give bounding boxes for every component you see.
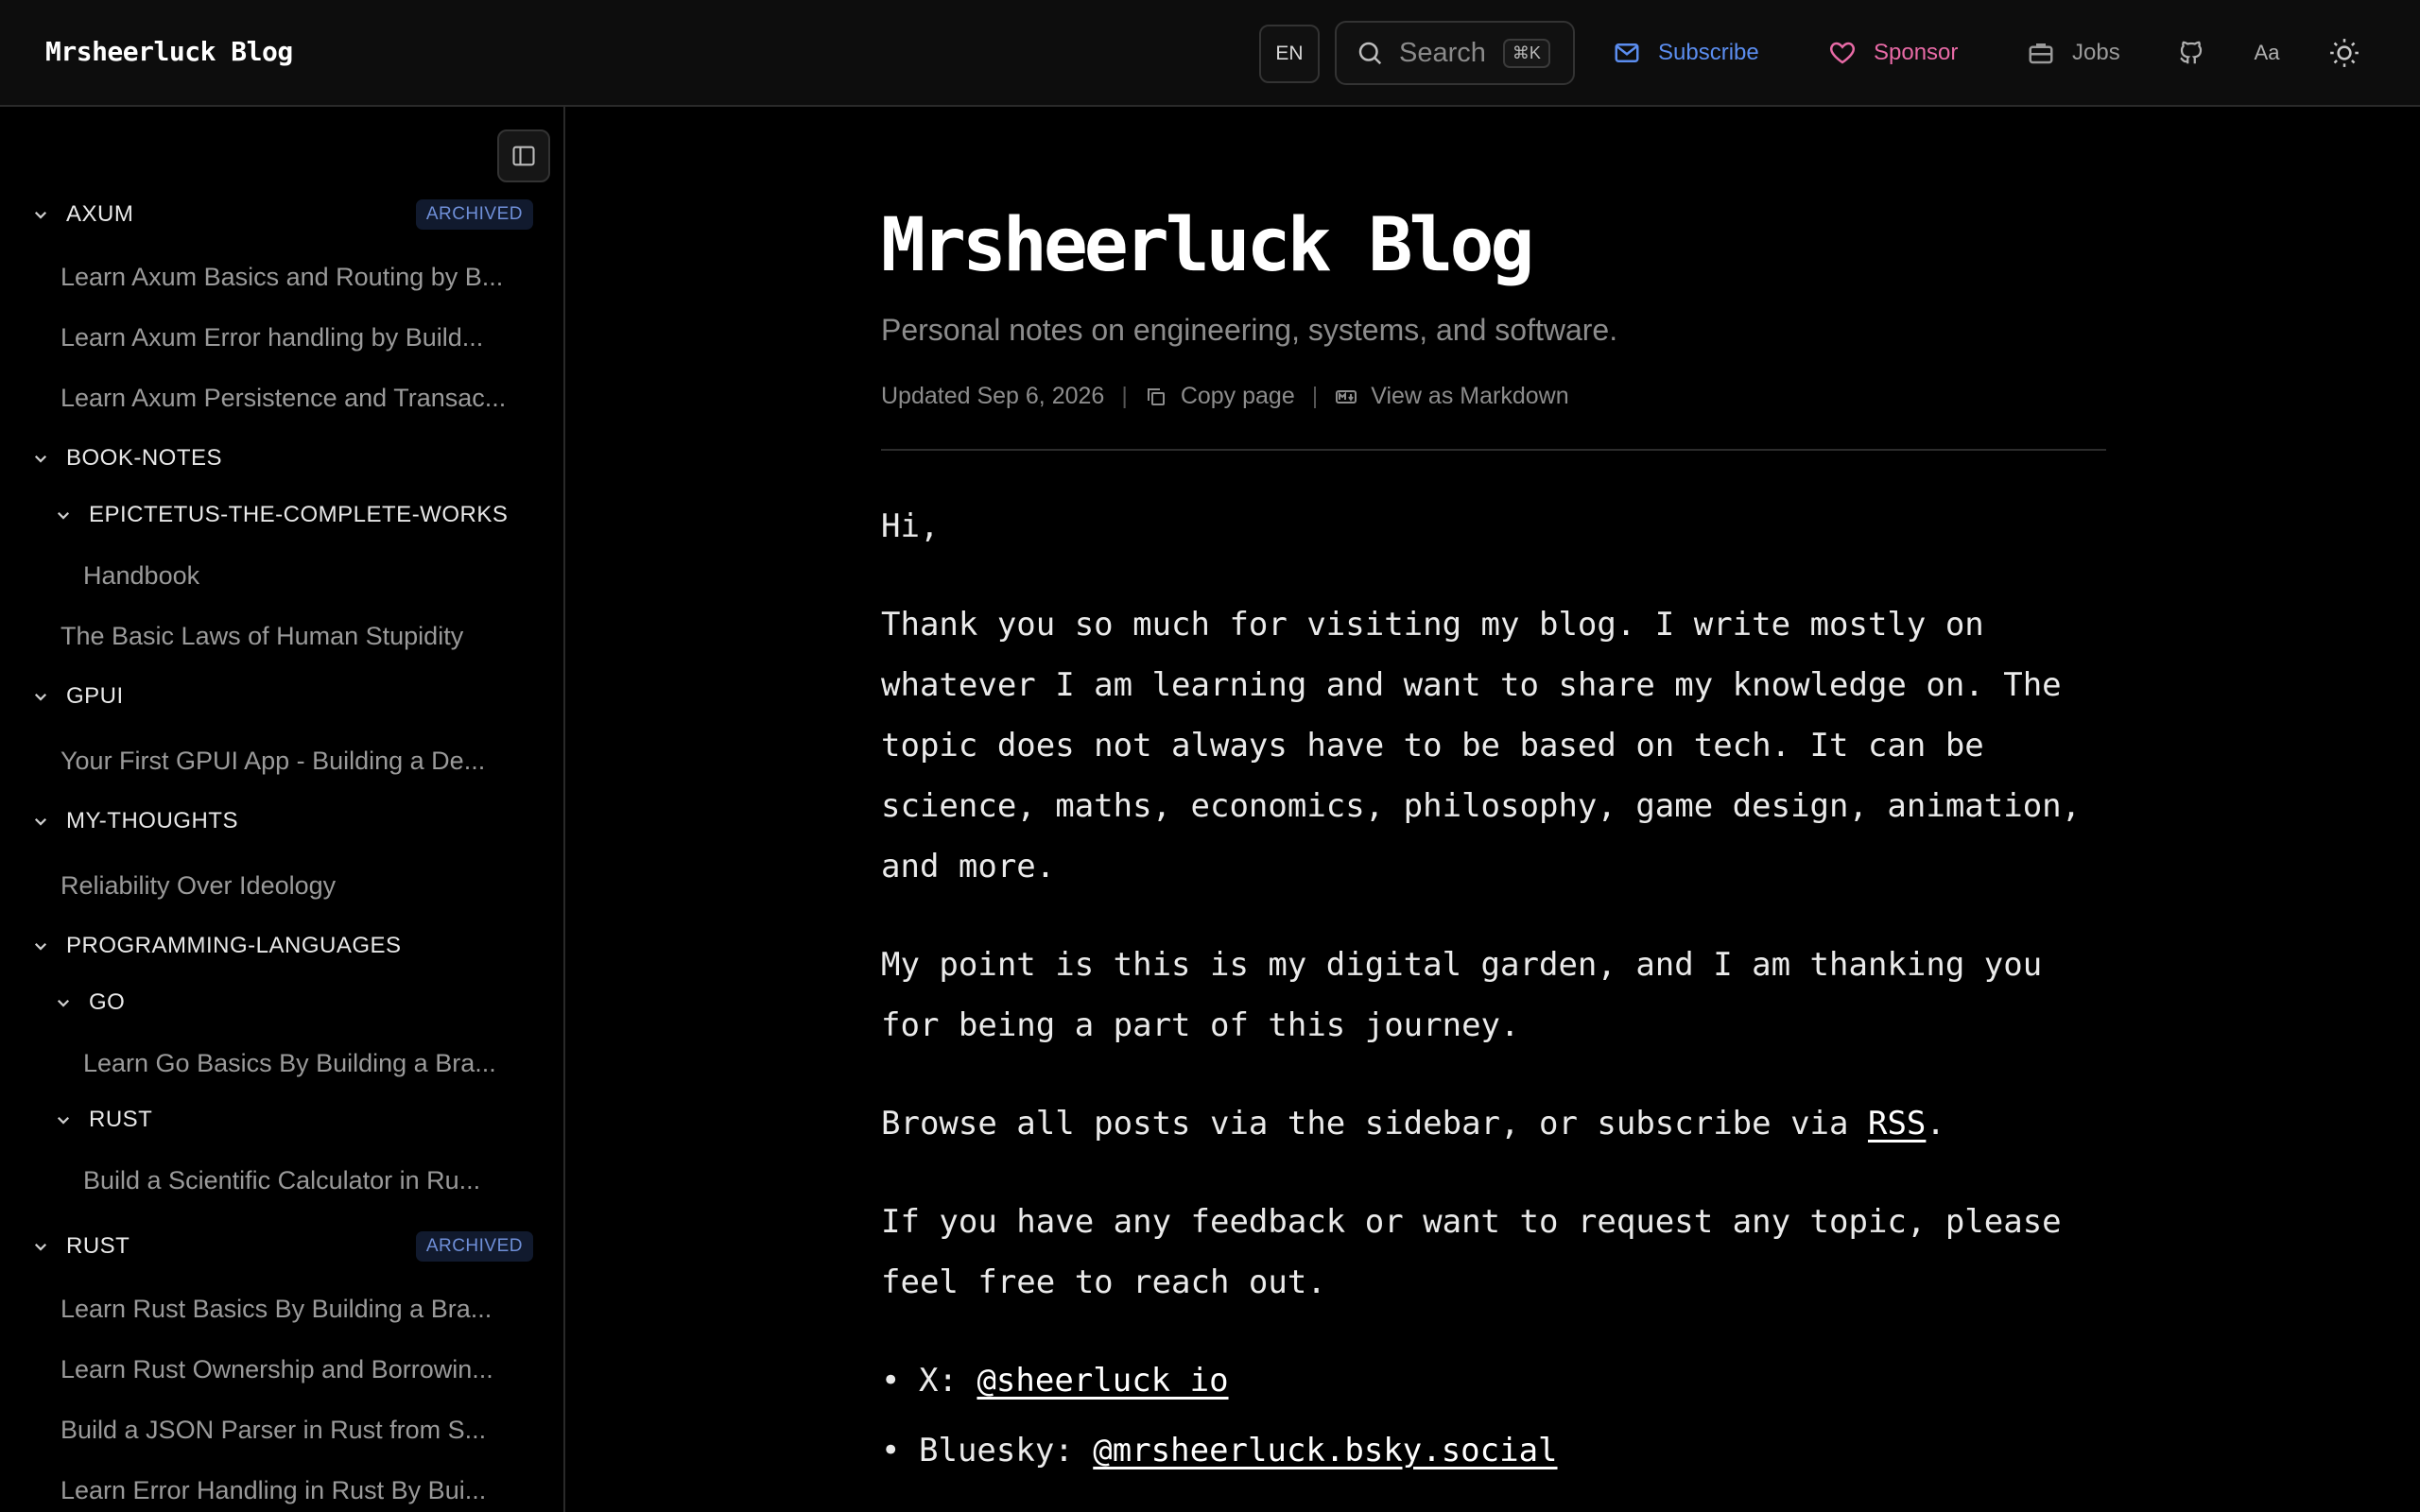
divider (881, 449, 2106, 451)
sidebar-item[interactable]: Learn Axum Basics and Routing by B... (0, 258, 548, 296)
page-title: Mrsheerluck Blog (881, 203, 1534, 288)
page-subtitle: Personal notes on engineering, systems, … (881, 313, 1618, 347)
chevron-down-icon (57, 1116, 70, 1125)
sidebar-item[interactable]: Learn Rust Basics By Building a Bra... (0, 1290, 548, 1328)
font-size-button[interactable]: Aa (2246, 32, 2288, 74)
bullet: • (881, 1432, 901, 1469)
archived-badge: ARCHIVED (415, 199, 533, 230)
social-bsky-label: Bluesky: (919, 1432, 1074, 1469)
x-handle-link[interactable]: @sheerluck_io (977, 1350, 1228, 1411)
chevron-down-icon (34, 942, 47, 951)
sidebar-group-my-thoughts[interactable]: MY-THOUGHTS (0, 804, 548, 838)
subscribe-label: Subscribe (1658, 40, 1759, 65)
bluesky-handle-link[interactable]: @mrsheerluck.bsky.social (1093, 1420, 1557, 1481)
list-item: • X: @sheerluck_io (881, 1350, 2106, 1411)
archived-badge: ARCHIVED (415, 1231, 533, 1262)
theme-toggle-button[interactable] (2324, 32, 2365, 74)
list-item: • Bluesky: @mrsheerluck.bsky.social (881, 1420, 2106, 1481)
browse-text: Browse all posts via the sidebar, or sub… (881, 1105, 1868, 1143)
search-placeholder: Search (1399, 37, 1486, 68)
bullet: • (881, 1362, 901, 1400)
copy-icon (1147, 387, 1165, 405)
search-shortcut-badge: ⌘K (1502, 38, 1550, 68)
briefcase-icon (2029, 43, 2053, 64)
sidebar-item[interactable]: Learn Rust Ownership and Borrowin... (0, 1350, 548, 1388)
sidebar-collapse-button[interactable] (497, 129, 550, 182)
view-markdown-label: View as Markdown (1371, 383, 1569, 409)
social-list: • X: @sheerluck_io • Bluesky: @mrsheerluck… (881, 1350, 2106, 1481)
sponsor-label: Sponsor (1874, 40, 1959, 65)
sidebar-group-rust[interactable]: RUST ARCHIVED (0, 1229, 548, 1263)
search-box[interactable]: Search ⌘K (1335, 21, 1575, 85)
view-markdown-button[interactable]: View as Markdown (1335, 383, 1569, 410)
sidebar-item[interactable]: Learn Axum Persistence and Transac... (0, 379, 548, 417)
sidebar-group-label: EPICTETUS-THE-COMPLETE-WORKS (89, 502, 509, 527)
chevron-down-icon (34, 693, 47, 701)
sidebar-group-label: PROGRAMMING-LANGUAGES (66, 933, 402, 958)
chevron-down-icon (34, 455, 47, 463)
sidebar-item[interactable]: Learn Go Basics By Building a Bra... (0, 1044, 548, 1082)
meta-separator: | (1121, 383, 1128, 409)
mail-icon (1615, 43, 1639, 62)
chevron-down-icon (57, 511, 70, 520)
search-icon (1358, 42, 1382, 65)
markdown-icon (1336, 389, 1357, 404)
sidebar-group-label: AXUM (66, 201, 134, 227)
jobs-label: Jobs (2072, 40, 2120, 65)
github-button[interactable] (2170, 32, 2212, 74)
rss-link[interactable]: RSS (1868, 1105, 1926, 1143)
sidebar-subgroup-epictetus[interactable]: EPICTETUS-THE-COMPLETE-WORKS (0, 498, 548, 532)
chevron-down-icon (34, 817, 47, 826)
intro-paragraph: Thank you so much for visiting my blog. … (881, 606, 2082, 885)
garden-paragraph: My point is this is my digital garden, a… (881, 946, 2043, 1044)
sidebar-group-axum[interactable]: AXUM ARCHIVED (0, 198, 548, 232)
copy-page-button[interactable]: Copy page (1145, 383, 1295, 410)
browse-paragraph: Browse all posts via the sidebar, or sub… (881, 1093, 2106, 1154)
sidebar-item[interactable]: Handbook (0, 557, 548, 594)
chevron-down-icon (34, 211, 47, 219)
sidebar: AXUM ARCHIVED Learn Axum Basics and Rout… (0, 107, 565, 1512)
page-meta: Updated Sep 6, 2026 | Copy page | View a… (881, 383, 1569, 410)
sidebar-group-label: BOOK-NOTES (66, 445, 223, 471)
sidebar-item[interactable]: Build a Scientific Calculator in Ru... (0, 1161, 548, 1199)
heart-icon (1829, 42, 1856, 64)
feedback-paragraph: If you have any feedback or want to requ… (881, 1203, 2062, 1301)
sidebar-item[interactable]: Build a JSON Parser in Rust from S... (0, 1411, 548, 1449)
sidebar-group-programming-languages[interactable]: PROGRAMMING-LANGUAGES (0, 929, 548, 963)
site-brand[interactable]: Mrsheerluck Blog (45, 36, 293, 67)
sidebar-panel-icon (512, 146, 535, 166)
sun-icon (2330, 39, 2359, 67)
greeting-paragraph: Hi, (881, 507, 940, 545)
sidebar-group-label: GPUI (66, 683, 124, 709)
chevron-down-icon (57, 999, 70, 1007)
sidebar-group-label: RUST (66, 1233, 130, 1259)
sidebar-item[interactable]: Reliability Over Ideology (0, 867, 548, 904)
sponsor-link[interactable]: Sponsor (1828, 30, 1958, 76)
sidebar-item[interactable]: The Basic Laws of Human Stupidity (0, 617, 548, 655)
jobs-link[interactable]: Jobs (2027, 30, 2120, 76)
article-body: Hi, Thank you so much for visiting my bl… (881, 496, 2106, 1490)
sidebar-group-label: MY-THOUGHTS (66, 808, 238, 833)
sidebar-item[interactable]: Learn Error Handling in Rust By Bui... (0, 1471, 548, 1509)
sidebar-group-gpui[interactable]: GPUI (0, 679, 548, 713)
sidebar-group-label: GO (89, 989, 126, 1015)
sidebar-subgroup-go[interactable]: GO (0, 986, 548, 1020)
sidebar-group-label: RUST (89, 1107, 153, 1132)
copy-page-label: Copy page (1180, 383, 1295, 409)
sidebar-item[interactable]: Learn Axum Error handling by Build... (0, 318, 548, 356)
subscribe-link[interactable]: Subscribe (1613, 30, 1759, 76)
sidebar-item[interactable]: Your First GPUI App - Building a De... (0, 742, 548, 780)
github-icon (2180, 41, 2203, 64)
social-x-label: X: (919, 1362, 958, 1400)
sidebar-group-book-notes[interactable]: BOOK-NOTES (0, 441, 548, 475)
sidebar-subgroup-rust[interactable]: RUST (0, 1103, 548, 1137)
meta-separator: | (1311, 383, 1319, 409)
top-navbar: Mrsheerluck Blog EN Search ⌘K Subscribe … (0, 0, 2420, 107)
updated-date: Updated Sep 6, 2026 (881, 383, 1105, 409)
browse-period: . (1926, 1105, 1945, 1143)
language-button[interactable]: EN (1259, 25, 1320, 83)
chevron-down-icon (34, 1243, 47, 1251)
